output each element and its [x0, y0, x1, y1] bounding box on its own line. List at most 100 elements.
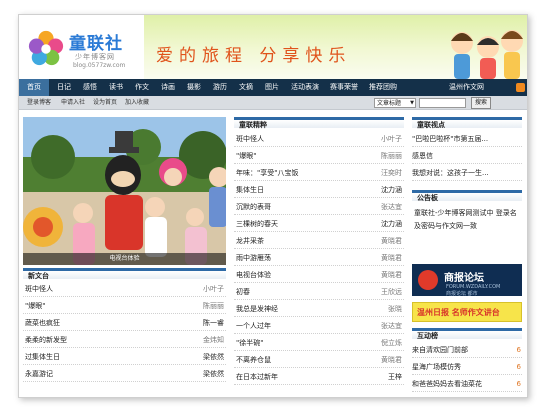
list-item[interactable]: 星海广场模仿秀 6: [412, 359, 522, 375]
daily-ad-banner[interactable]: 温州日报 名师作文讲台: [412, 302, 522, 322]
forum-ad-banner[interactable]: 商报论坛 FORUM.WZDAILY.COM 商报论坛 都市: [412, 264, 522, 297]
header: 童联社 少年博客网 blog.0577zw.com 爱的旅程 分享快乐: [19, 15, 527, 79]
list-item[interactable]: 斑中怪人 小叶子: [23, 281, 226, 297]
item-title: 蔬菜也疯狂: [25, 319, 60, 327]
item-count: 6: [516, 346, 521, 354]
item-title: 和爸爸妈妈去看油菜花: [412, 380, 482, 388]
item-title: 来自清欢园门前部: [412, 346, 468, 354]
nav-item-essay[interactable]: 作文: [135, 79, 149, 96]
item-title: 龙井采茶: [236, 237, 264, 245]
item-author: 小叶子: [381, 135, 402, 143]
list-item[interactable]: 我总是发神经 张晓: [234, 301, 404, 317]
nav-item-insight[interactable]: 感悟: [83, 79, 97, 96]
logo-url: blog.0577zw.com: [73, 62, 126, 69]
list-item[interactable]: 在日本过新年 王梓: [234, 369, 404, 385]
list-item[interactable]: 和爸爸妈妈去看油菜花 6: [412, 376, 522, 392]
section-hot-title: 童联视点: [412, 117, 522, 129]
photo-caption: 电视台体验: [23, 253, 226, 265]
site-logo[interactable]: 童联社 少年博客网 blog.0577zw.com: [19, 15, 144, 79]
set-home-link[interactable]: 设为首页: [93, 96, 117, 110]
list-item[interactable]: 初春 王欣远: [234, 284, 404, 300]
list-item[interactable]: 蔬菜也疯狂 陈一睿: [23, 315, 226, 331]
item-title: 斑中怪人: [236, 135, 264, 143]
list-item[interactable]: 沉默的表哥 张达宜: [234, 199, 404, 215]
nav-item-groupbuy[interactable]: 推荐团购: [369, 79, 397, 96]
item-title: 集体生日: [236, 186, 264, 194]
rss-icon[interactable]: [516, 83, 525, 92]
item-title: "徐半碗": [236, 339, 264, 347]
item-title: "爆眼": [25, 302, 46, 310]
item-author: 梁依然: [203, 370, 224, 378]
nav-item-pictures[interactable]: 图片: [265, 79, 279, 96]
list-item[interactable]: 我想对说：这孩子一生...: [412, 165, 522, 181]
flower-logo-icon: [28, 30, 64, 66]
list-item[interactable]: 永嘉游记 梁依然: [23, 366, 226, 382]
list-item[interactable]: 三棵树的春天 沈力涵: [234, 216, 404, 232]
list-item[interactable]: 柔柔的新发型 金炜知: [23, 332, 226, 348]
item-title: 斑中怪人: [25, 285, 53, 293]
item-author: 张晓: [388, 305, 402, 313]
item-author: 汪奕时: [381, 169, 402, 177]
item-author: 沈力涵: [381, 220, 402, 228]
item-title: 三棵树的春天: [236, 220, 278, 228]
logo-title: 童联社: [69, 34, 123, 54]
nav-item-wz-essay[interactable]: 温州作文网: [449, 79, 484, 96]
list-item[interactable]: "徐半碗" 倪立烁: [234, 335, 404, 351]
nav-item-photo[interactable]: 摄影: [187, 79, 201, 96]
section-featured-title: 童联精粹: [234, 117, 404, 129]
item-title: 星海广场模仿秀: [412, 363, 461, 371]
search-type-select[interactable]: 文章标题 ▼: [374, 98, 416, 108]
nav-item-travel[interactable]: 游历: [213, 79, 227, 96]
list-item[interactable]: 来自清欢园门前部 6: [412, 342, 522, 358]
bookmark-link[interactable]: 加入收藏: [125, 96, 149, 110]
section-interaction-title: 互动榜: [412, 328, 522, 340]
item-author: 王欣远: [381, 288, 402, 296]
nav-item-home[interactable]: 首页: [19, 79, 49, 96]
nav-item-digest[interactable]: 文摘: [239, 79, 253, 96]
list-item[interactable]: 一个人过年 张达宜: [234, 318, 404, 334]
list-item[interactable]: 不离养仓鼠 黄晓君: [234, 352, 404, 368]
forum-ad-title: 商报论坛: [444, 273, 484, 284]
search-input[interactable]: [419, 98, 466, 108]
search-type-value: 文章标题: [377, 100, 402, 107]
list-item[interactable]: "巴啦巴啦杯"市第五届...: [412, 131, 522, 147]
item-title: 一个人过年: [236, 322, 271, 330]
list-item[interactable]: "爆眼" 陈丽丽: [23, 298, 226, 314]
list-item[interactable]: 感恩信: [412, 148, 522, 164]
item-author: 黄晓君: [381, 356, 402, 364]
header-banner: 爱的旅程 分享快乐: [144, 15, 527, 79]
list-item[interactable]: "爆眼" 陈丽丽: [234, 148, 404, 164]
item-author: 黄晓君: [381, 254, 402, 262]
list-item[interactable]: 雨中游雁荡 黄晓君: [234, 250, 404, 266]
login-link[interactable]: 登录博客: [27, 96, 51, 110]
search-button[interactable]: 搜索: [471, 97, 491, 109]
item-title: 在日本过新年: [236, 373, 278, 381]
list-item[interactable]: 过集体生日 梁依然: [23, 349, 226, 365]
item-title: 我总是发神经: [236, 305, 278, 313]
item-author: 倪立烁: [381, 339, 402, 347]
item-author: 陈丽丽: [203, 302, 224, 310]
main-nav: 首页 日记 感悟 读书 作文 诗画 摄影 游历 文摘 图片 活动表演 赛事荣誉 …: [19, 79, 527, 96]
nav-item-diary[interactable]: 日记: [57, 79, 71, 96]
list-item[interactable]: 斑中怪人 小叶子: [234, 131, 404, 147]
nav-item-reading[interactable]: 读书: [109, 79, 123, 96]
apply-link[interactable]: 申请入社: [61, 96, 85, 110]
item-author: 黄晓君: [381, 271, 402, 279]
list-item[interactable]: 年味："享受"八宝饭 汪奕时: [234, 165, 404, 181]
nav-item-honors[interactable]: 赛事荣誉: [330, 79, 358, 96]
item-title: 沉默的表哥: [236, 203, 271, 211]
list-item[interactable]: 集体生日 沈力涵: [234, 182, 404, 198]
kids-illustration-icon: [451, 30, 523, 79]
section-notice-title: 公告板: [412, 190, 522, 202]
notice-text: 童联社-少年博客网测试中 登录名及密码与作文网一致: [414, 209, 517, 230]
item-title: 年味："享受"八宝饭: [236, 169, 299, 177]
page-frame: 童联社 少年博客网 blog.0577zw.com 爱的旅程 分享快乐 首页 日…: [18, 14, 528, 398]
list-item[interactable]: 电视台体验 黄晓君: [234, 267, 404, 283]
featured-photo[interactable]: 电视台体验: [23, 117, 226, 265]
forum-ad-sub: 商报论坛 都市: [446, 291, 478, 297]
nav-item-poetry[interactable]: 诗画: [161, 79, 175, 96]
item-author: 黄晓君: [381, 237, 402, 245]
nav-item-performance[interactable]: 活动表演: [291, 79, 319, 96]
item-author: 王梓: [388, 373, 402, 381]
list-item[interactable]: 龙井采茶 黄晓君: [234, 233, 404, 249]
